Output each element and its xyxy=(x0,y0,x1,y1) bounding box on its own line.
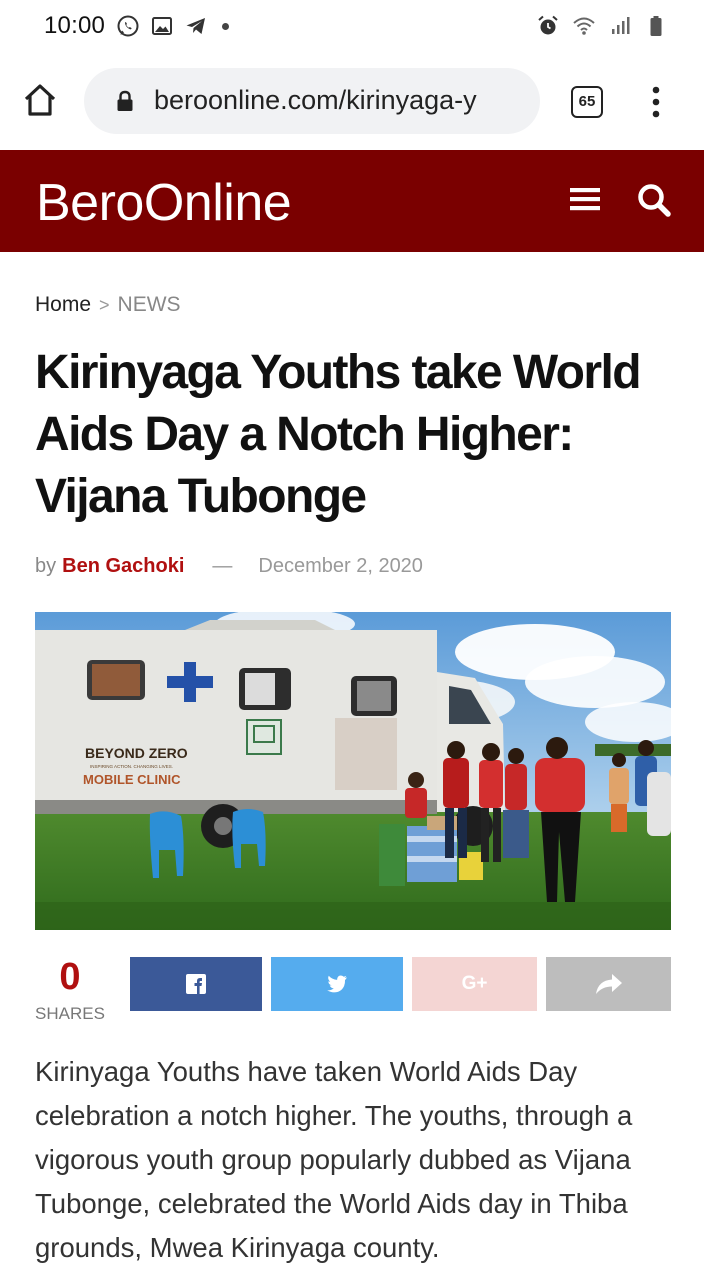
home-icon[interactable] xyxy=(20,80,60,120)
truck-sign-line1: BEYOND ZERO xyxy=(85,745,188,761)
article-title: Kirinyaga Youths take World Aids Day a N… xyxy=(35,346,642,523)
featured-image: BEYOND ZERO INSPIRING ACTION. CHANGING L… xyxy=(35,612,671,930)
search-icon[interactable] xyxy=(634,180,674,220)
twitter-icon xyxy=(327,975,347,993)
share-count: 0 xyxy=(59,956,81,998)
twitter-share-button[interactable] xyxy=(271,957,403,1011)
hamburger-menu-icon[interactable] xyxy=(568,182,602,216)
publish-date: December 2, 2020 xyxy=(258,555,423,577)
status-time: 10:00 xyxy=(44,12,106,39)
truck-sign-line2: INSPIRING ACTION. CHANGING LIVES. xyxy=(90,764,173,769)
breadcrumb-section-link[interactable]: NEWS xyxy=(118,293,181,317)
wifi-icon xyxy=(573,17,595,35)
google-plus-icon: G+ xyxy=(461,973,488,994)
article-meta: by Ben Gachoki — December 2, 2020 xyxy=(35,555,423,578)
telegram-icon xyxy=(186,18,205,34)
url-text: beroonline.com/kirinyaga-y xyxy=(154,85,477,115)
address-bar[interactable]: beroonline.com/kirinyaga-y xyxy=(84,68,540,134)
share-arrow-icon xyxy=(595,974,622,994)
breadcrumb-home-link[interactable]: Home xyxy=(35,293,91,317)
meta-separator: — xyxy=(212,555,233,577)
browser-toolbar: beroonline.com/kirinyaga-y 65 xyxy=(0,56,704,148)
alarm-icon xyxy=(538,15,558,35)
gallery-icon xyxy=(152,17,172,35)
article-body-paragraph: Kirinyaga Youths have taken World Aids D… xyxy=(35,1056,633,1263)
truck-sign-line3: MOBILE CLINIC xyxy=(83,772,181,787)
site-logo[interactable]: BeroOnline xyxy=(36,173,292,233)
more-menu-icon[interactable] xyxy=(644,84,668,120)
tab-switcher-button[interactable]: 65 xyxy=(571,86,603,118)
share-count-label: SHARES xyxy=(35,1004,105,1023)
site-header: BeroOnline xyxy=(0,150,704,252)
breadcrumb: Home > NEWS xyxy=(35,293,181,317)
facebook-icon xyxy=(186,974,206,994)
google-plus-share-button[interactable]: G+ xyxy=(412,957,537,1011)
author-link[interactable]: Ben Gachoki xyxy=(62,555,184,578)
breadcrumb-separator: > xyxy=(99,294,110,315)
status-bar: 10:00 xyxy=(0,0,704,54)
notification-icons xyxy=(116,14,229,38)
more-notifications-dot xyxy=(222,22,229,30)
byline-prefix: by xyxy=(35,555,57,577)
lock-icon xyxy=(117,90,133,111)
system-icons xyxy=(536,14,668,38)
facebook-share-button[interactable] xyxy=(130,957,262,1011)
featured-image-illustration: BEYOND ZERO INSPIRING ACTION. CHANGING L… xyxy=(35,612,671,930)
battery-icon xyxy=(650,16,662,36)
signal-icon xyxy=(612,17,630,34)
whatsapp-icon xyxy=(117,15,139,37)
share-more-button[interactable] xyxy=(546,957,671,1011)
